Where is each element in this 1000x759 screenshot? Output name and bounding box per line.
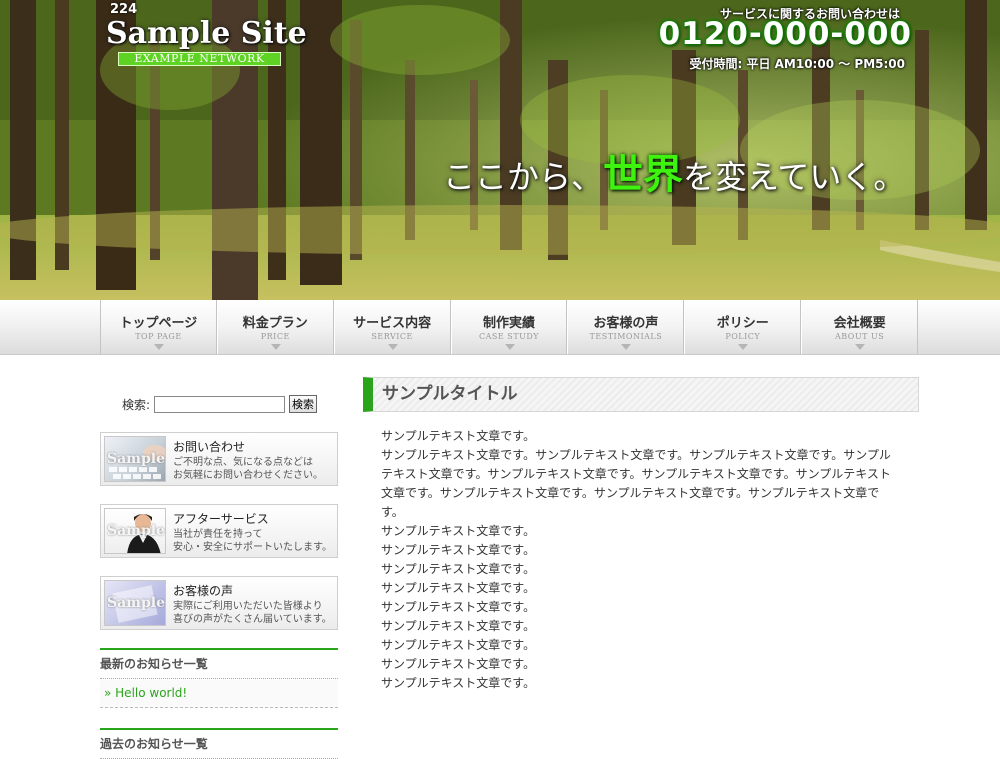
global-navigation: トップページ TOP PAGE 料金プラン PRICE サービス内容 SERVI… <box>100 300 919 354</box>
content-line: サンプルテキスト文章です。 <box>381 581 536 595</box>
banner-thumb-label: Sample <box>106 595 165 611</box>
banner-description: 当社が責任を持って安心・安全にサポートいたします。 <box>173 528 332 554</box>
logo-number: 224 <box>110 2 138 17</box>
letter-thumbnail-image: Sample <box>104 580 166 626</box>
nav-item-about-us[interactable]: 会社概要 ABOUT US <box>801 300 919 354</box>
nav-item-sublabel: TESTIMONIALS <box>589 332 663 341</box>
triangle-down-icon <box>387 344 398 350</box>
nav-item-label: 会社概要 <box>833 316 886 331</box>
nav-item-label: トップページ <box>119 316 198 331</box>
banner-title: お客様の声 <box>173 584 234 598</box>
site-logo-title[interactable]: Sample Site <box>106 16 307 51</box>
nav-item-label: ポリシー <box>716 316 769 331</box>
search-label: 検索: <box>122 397 151 412</box>
nav-item-top-page[interactable]: トップページ TOP PAGE <box>100 300 217 354</box>
banner-thumb-label: Sample <box>106 451 165 467</box>
nav-item-sublabel: POLICY <box>725 332 761 341</box>
nav-item-label: お客様の声 <box>593 316 659 331</box>
banner-description-line2: 安心・安全にサポートいたします。 <box>173 542 332 553</box>
operator-thumbnail-image: Sample <box>104 508 166 554</box>
content-line: サンプルテキスト文章です。 <box>381 600 536 614</box>
banner-description-line1: ご不明な点、気になる点などは <box>173 457 313 468</box>
nav-item-label: 料金プラン <box>242 316 308 331</box>
nav-item-sublabel: ABOUT US <box>834 332 885 341</box>
content-line: サンプルテキスト文章です。 <box>381 524 536 538</box>
contact-phone-number: 0120-000-000 <box>658 16 912 52</box>
catchphrase-after: を変えていく。 <box>683 158 906 196</box>
past-news-heading: 過去のお知らせ一覧 <box>100 728 338 759</box>
banner-thumb-label: Sample <box>106 523 165 539</box>
latest-news-heading: 最新のお知らせ一覧 <box>100 648 338 679</box>
nav-item-sublabel: TOP PAGE <box>135 332 182 341</box>
news-item-link[interactable]: » Hello world! <box>100 680 338 708</box>
nav-item-sublabel: CASE STUDY <box>479 332 540 341</box>
triangle-down-icon <box>504 344 515 350</box>
content-intro: サンプルテキスト文章です。 <box>381 429 536 443</box>
banner-description-line2: 喜びの声がたくさん届いています。 <box>173 614 332 625</box>
nav-item-sublabel: SERVICE <box>371 332 413 341</box>
content-line: サンプルテキスト文章です。 <box>381 676 536 690</box>
nav-item-label: サービス内容 <box>353 316 432 331</box>
banner-testimonials[interactable]: Sample お客様の声 実際にご利用いただいた皆様より 喜びの声がたくさん届いて… <box>100 576 338 630</box>
triangle-down-icon <box>154 344 164 350</box>
content-line: サンプルテキスト文章です。 <box>381 638 536 652</box>
triangle-down-icon <box>270 344 281 350</box>
banner-description-line2: お気軽にお問い合わせください。 <box>173 470 323 481</box>
banner-contact[interactable]: Sample お問い合わせ ご不明な点、気になる点などは お気軽にお問い合わせくだ… <box>100 432 338 486</box>
banner-description-line1: 実際にご利用いただいた皆様より <box>173 601 323 612</box>
site-logo-subtitle: EXAMPLE NETWORK <box>118 52 281 66</box>
catchphrase: ここから、世界を変えていく。 <box>443 142 905 200</box>
banner-title: アフターサービス <box>173 512 269 526</box>
banner-description: ご不明な点、気になる点などは お気軽にお問い合わせください。 <box>173 456 323 482</box>
main-content: サンプルテキスト文章です。 サンプルテキスト文章です。サンプルテキスト文章です。… <box>381 427 901 693</box>
banner-title: お問い合わせ <box>173 440 246 454</box>
nav-item-case-study[interactable]: 制作実績 CASE STUDY <box>450 300 568 354</box>
triangle-down-icon <box>621 344 632 350</box>
banner-description: 実際にご利用いただいた皆様より 喜びの声がたくさん届いています。 <box>173 600 332 626</box>
triangle-down-icon <box>738 344 749 350</box>
content-line: サンプルテキスト文章です。 <box>381 619 536 633</box>
keyboard-thumbnail-image: Sample <box>104 436 166 482</box>
content-line: サンプルテキスト文章です。 <box>381 657 536 671</box>
nav-item-policy[interactable]: ポリシー POLICY <box>684 300 802 354</box>
search-input[interactable] <box>154 395 286 413</box>
content-line: サンプルテキスト文章です。 <box>381 562 536 576</box>
search-form: 検索: 検索 <box>122 395 318 413</box>
triangle-down-icon <box>855 344 866 350</box>
contact-hours: 受付時間: 平日 AM10:00 〜 PM5:00 <box>689 57 905 71</box>
page-title: サンプルタイトル <box>363 377 919 412</box>
global-navigation-bar: トップページ TOP PAGE 料金プラン PRICE サービス内容 SERVI… <box>0 300 1000 355</box>
content-paragraph: サンプルテキスト文章です。サンプルテキスト文章です。サンプルテキスト文章です。サ… <box>381 448 891 519</box>
search-button[interactable]: 検索 <box>289 395 318 413</box>
nav-item-testimonials[interactable]: お客様の声 TESTIMONIALS <box>567 300 685 354</box>
nav-item-sublabel: PRICE <box>260 332 290 341</box>
nav-item-service[interactable]: サービス内容 SERVICE <box>333 300 451 354</box>
nav-item-label: 制作実績 <box>483 316 536 331</box>
catchphrase-highlight: 世界 <box>603 151 684 198</box>
content-line: サンプルテキスト文章です。 <box>381 543 536 557</box>
banner-description-line1: 当社が責任を持って <box>173 529 263 540</box>
nav-item-price[interactable]: 料金プラン PRICE <box>216 300 334 354</box>
banner-after-service[interactable]: Sample アフターサービス 当社が責任を持って安心・安全にサポートいたします… <box>100 504 338 558</box>
catchphrase-before: ここから、 <box>443 158 604 196</box>
header-banner: 224 Sample Site EXAMPLE NETWORK サービスに関する… <box>0 0 1000 300</box>
